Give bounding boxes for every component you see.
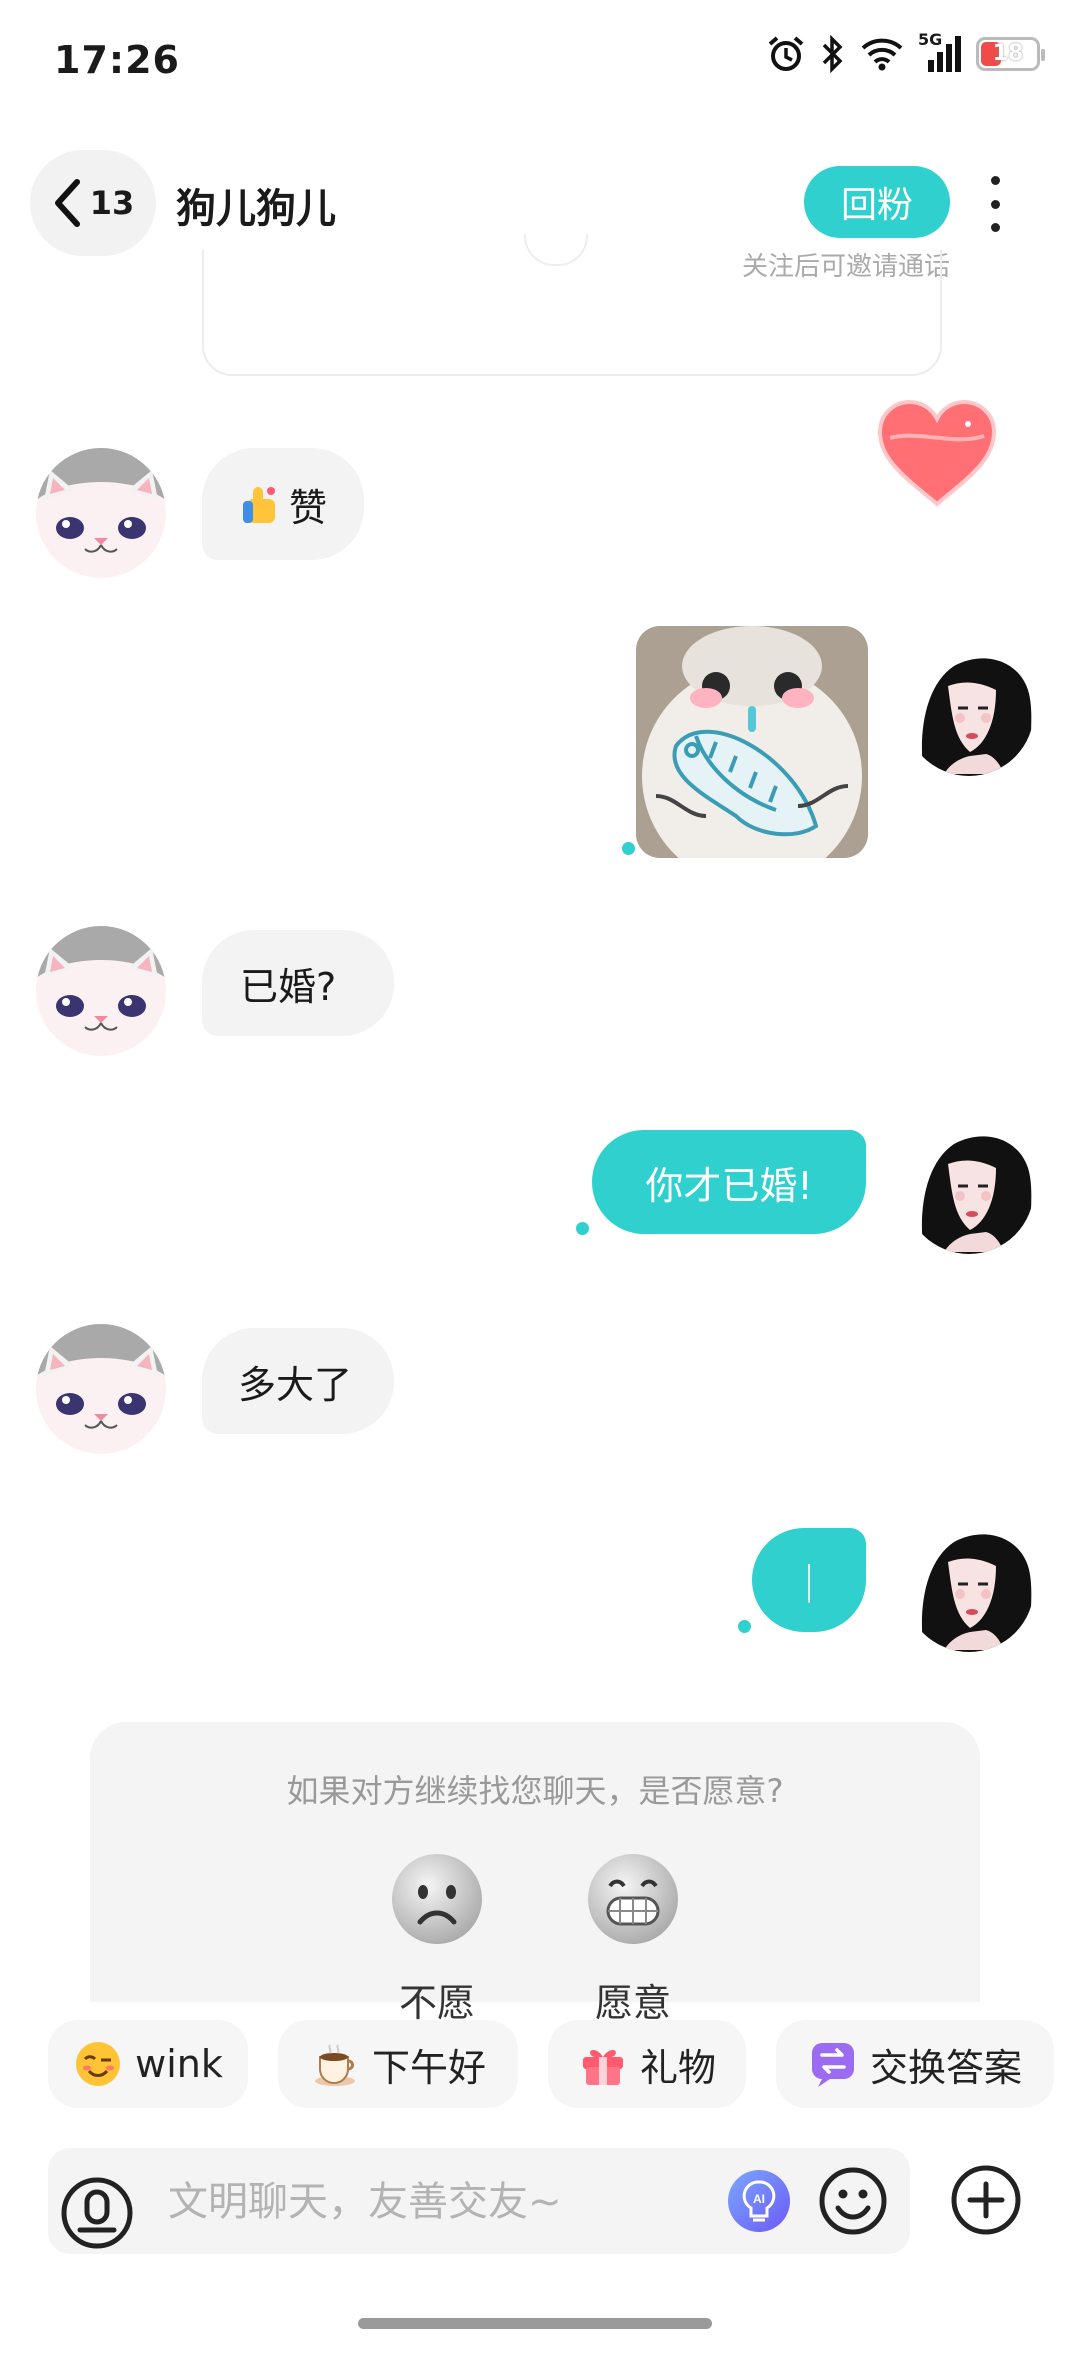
survey-option-willing[interactable]: 愿意 (578, 1852, 688, 2027)
previous-message-card (202, 234, 942, 376)
voice-input-icon[interactable] (60, 2176, 134, 2250)
contact-avatar[interactable] (36, 926, 166, 1056)
message-image-outgoing[interactable] (636, 626, 868, 858)
more-dot (990, 199, 1000, 209)
svg-text:AI: AI (753, 2192, 765, 2206)
message-text: 多大了 (238, 1362, 353, 1407)
my-avatar[interactable] (904, 1522, 1034, 1652)
my-avatar[interactable] (904, 646, 1034, 776)
survey-question: 如果对方继续找您聊天，是否愿意? (286, 1772, 784, 1810)
quick-action-label: 交换答案 (869, 2045, 1022, 2090)
chat-willingness-survey: 如果对方继续找您聊天，是否愿意? 不愿意 愿意 (90, 1722, 980, 2080)
message-text: 赞 (288, 485, 327, 530)
alarm-icon (768, 36, 804, 71)
more-dot (990, 223, 1000, 232)
thumbs-up-icon (242, 487, 275, 523)
more-dot (990, 176, 1000, 185)
quick-action-gift[interactable]: 礼物 (548, 2020, 746, 2108)
quick-action-good-afternoon[interactable]: 下午好 (278, 2020, 518, 2108)
contact-avatar[interactable] (36, 448, 166, 578)
unread-count: 13 (89, 184, 135, 222)
message-bubble-incoming[interactable]: 赞 (202, 448, 364, 560)
read-receipt-dot (738, 1620, 751, 1633)
message-text: 已婚? (240, 964, 337, 1009)
more-options-button[interactable] (980, 176, 1010, 232)
quick-action-label: wink (135, 2042, 223, 2086)
bluetooth-icon (822, 34, 843, 74)
message-input-bar: AI (48, 2148, 910, 2254)
coffee-cup-icon (314, 2044, 355, 2086)
status-time: 17:26 (54, 38, 180, 82)
message-input[interactable] (166, 2166, 750, 2238)
message-bubble-incoming[interactable]: 已婚? (202, 930, 394, 1036)
battery-icon: 18 (976, 37, 1045, 71)
sad-face-icon (392, 1854, 482, 1944)
back-button[interactable]: 13 (30, 150, 156, 256)
quick-action-wink[interactable]: wink (48, 2020, 248, 2108)
quick-action-label: 下午好 (371, 2045, 486, 2090)
follow-back-button[interactable]: 回粉 (804, 166, 950, 238)
grinning-face-icon (588, 1854, 678, 1944)
status-icons: 5G 18 (766, 30, 1045, 74)
gift-icon (582, 2050, 623, 2085)
chevron-left-icon (54, 179, 80, 227)
home-indicator[interactable] (358, 2318, 712, 2329)
battery-level: 18 (992, 41, 1024, 66)
survey-option-label: 愿意 (594, 1981, 671, 2025)
chat-title: 狗儿狗儿 (176, 186, 336, 232)
read-receipt-dot (576, 1222, 589, 1235)
cellular-signal-icon: 5G (918, 30, 962, 74)
emoji-icon[interactable] (818, 2166, 888, 2236)
message-bubble-outgoing[interactable]: 你才已婚! (592, 1130, 866, 1234)
quick-action-label: 礼物 (639, 2045, 716, 2090)
message-text: 你才已婚! (645, 1163, 813, 1208)
exchange-icon (811, 2043, 854, 2087)
message-bubble-incoming[interactable]: 多大了 (202, 1328, 394, 1434)
wink-emoji-icon (76, 2042, 121, 2086)
message-bubble-outgoing[interactable]: | (752, 1528, 866, 1632)
ai-assistant-icon[interactable]: AI (726, 2168, 792, 2234)
read-receipt-dot (622, 842, 635, 855)
message-text: | (802, 1558, 816, 1602)
quick-action-exchange-answers[interactable]: 交换答案 (776, 2020, 1054, 2108)
add-attachment-icon[interactable] (950, 2164, 1022, 2236)
contact-avatar[interactable] (36, 1324, 166, 1454)
my-avatar[interactable] (904, 1124, 1034, 1254)
heart-icon[interactable] (876, 398, 998, 508)
wifi-icon (861, 38, 903, 71)
